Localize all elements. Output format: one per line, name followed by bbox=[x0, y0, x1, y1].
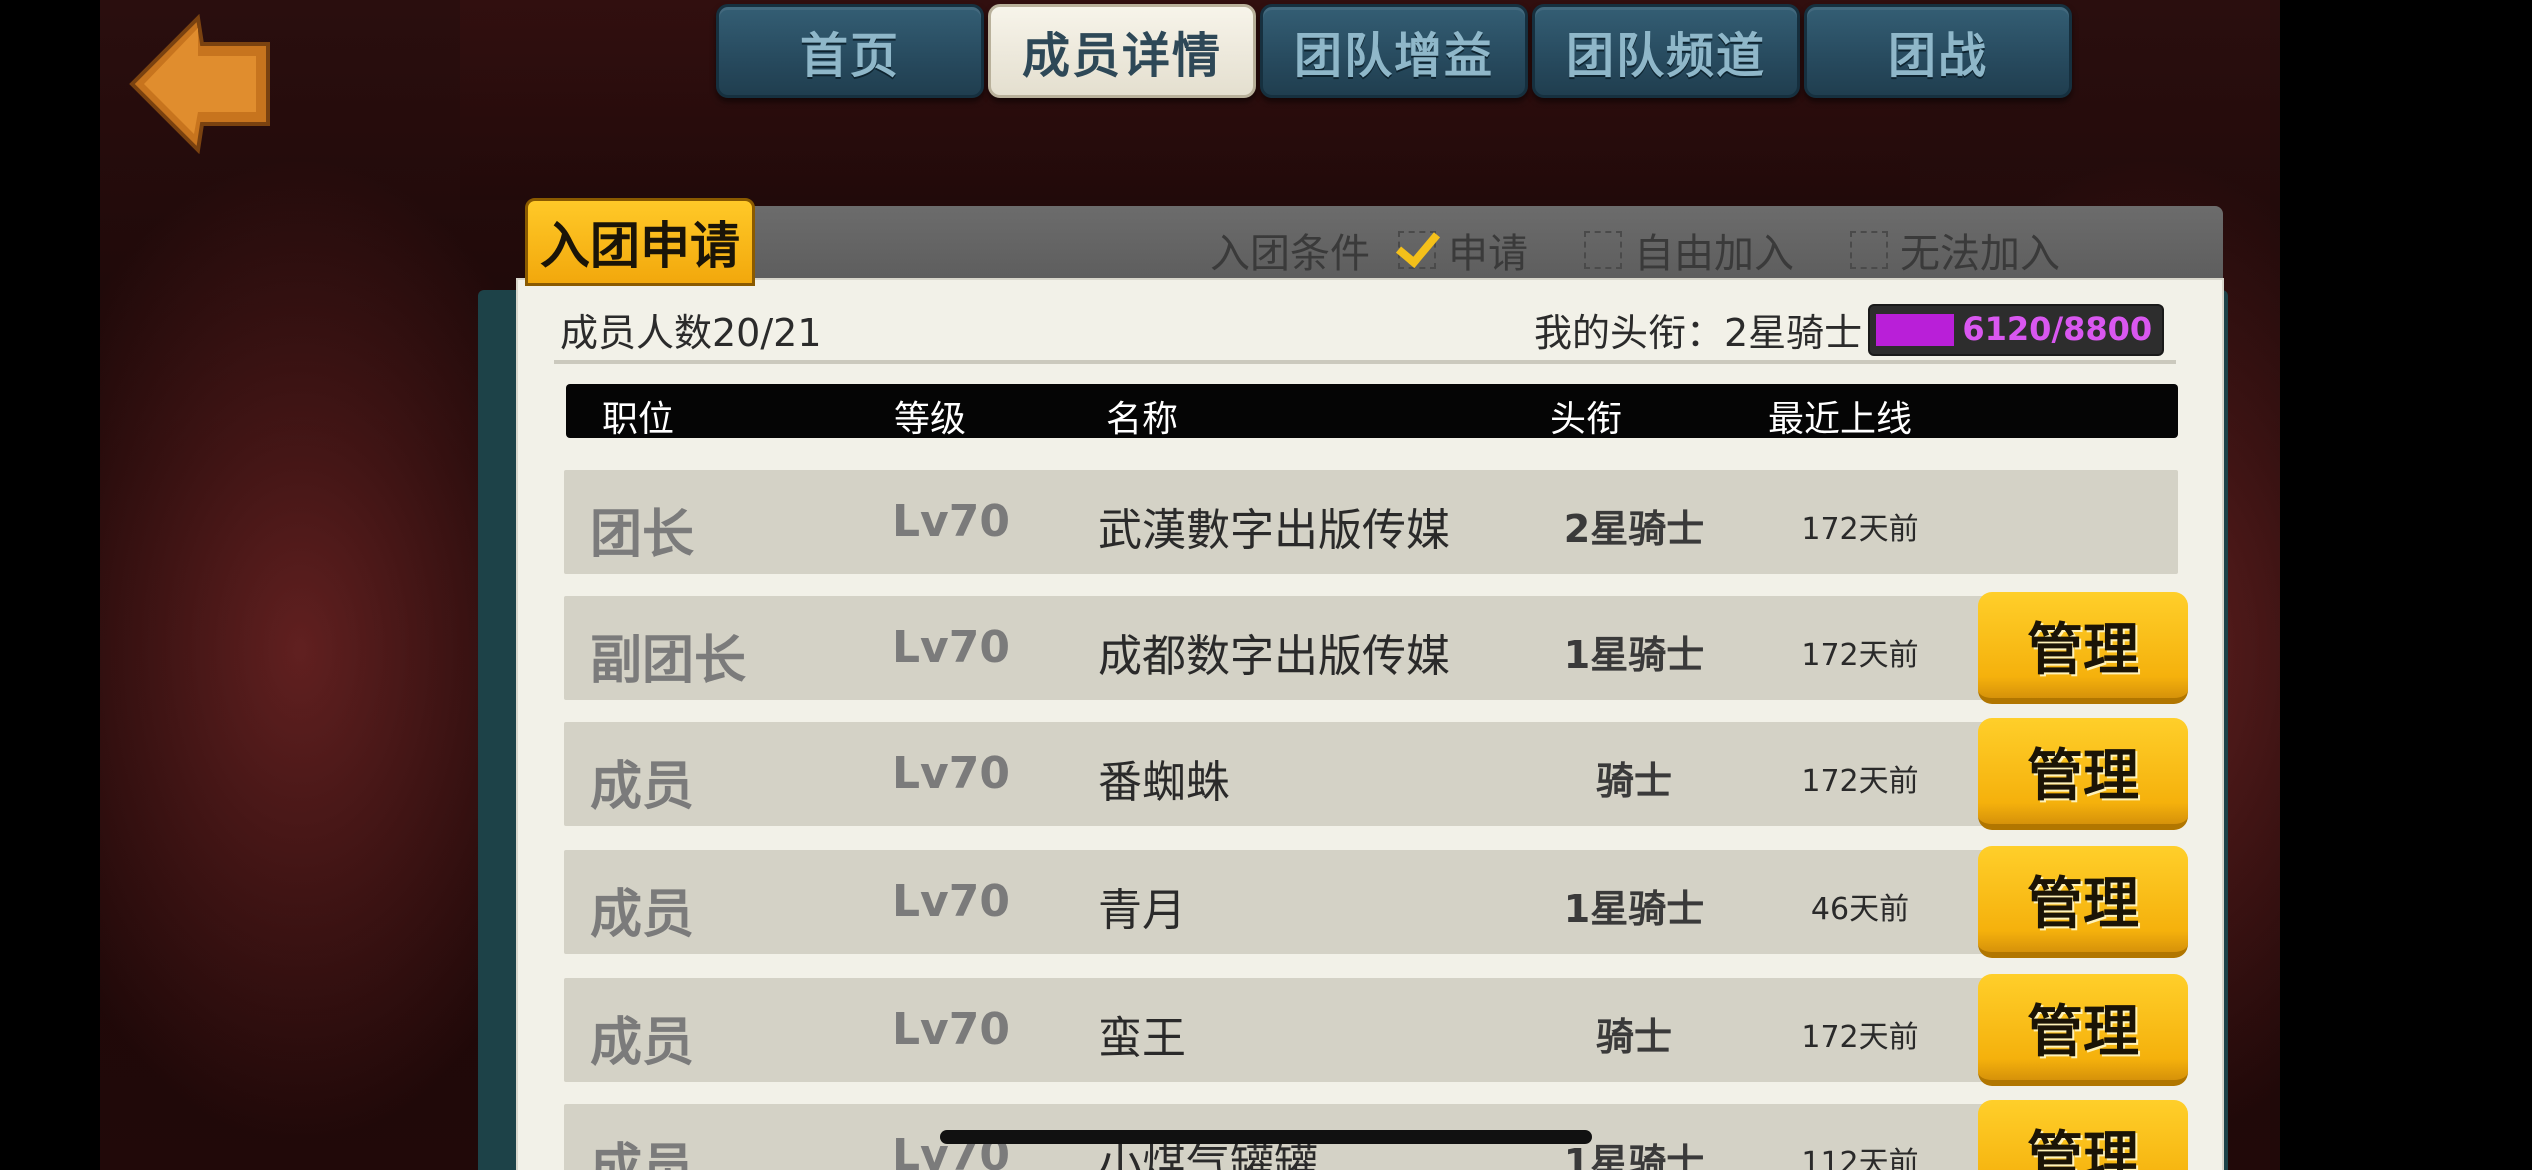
member-level: Lv70 bbox=[892, 876, 1010, 927]
member-position: 成员 bbox=[590, 1013, 695, 1073]
checkbox-icon bbox=[1584, 231, 1622, 269]
join-conditions-label: 入团条件 bbox=[1210, 231, 1370, 277]
tab-member-details[interactable]: 成员详情 bbox=[988, 4, 1256, 98]
member-level: Lv70 bbox=[892, 748, 1010, 799]
member-name: 蛮王 bbox=[1098, 1013, 1186, 1064]
table-row[interactable]: 团长 Lv70 武漢數字出版传媒 2星骑士 172天前 bbox=[564, 470, 2178, 574]
manage-button[interactable]: 管理 bbox=[1978, 974, 2188, 1086]
member-position: 成员 bbox=[590, 757, 695, 817]
manage-button[interactable]: 管理 bbox=[1978, 1100, 2188, 1170]
member-last-online: 112天前 bbox=[1801, 1146, 1919, 1170]
condition-no-join-label: 无法加入 bbox=[1900, 231, 2060, 277]
header-last-online: 最近上线 bbox=[1768, 399, 1913, 440]
checkbox-icon bbox=[1850, 231, 1888, 269]
manage-button[interactable]: 管理 bbox=[1978, 592, 2188, 704]
member-last-online: 46天前 bbox=[1810, 892, 1910, 927]
join-conditions: 入团条件 申请 自由加入 无法加入 bbox=[1210, 222, 2060, 278]
member-last-online: 172天前 bbox=[1801, 1020, 1919, 1055]
member-level: Lv70 bbox=[892, 496, 1010, 547]
tab-home[interactable]: 首页 bbox=[716, 4, 984, 98]
tab-team-buffs[interactable]: 团队增益 bbox=[1260, 4, 1528, 98]
title-progress-fill bbox=[1876, 313, 1955, 346]
condition-free-join[interactable]: 自由加入 bbox=[1584, 221, 1794, 279]
member-position: 成员 bbox=[590, 1139, 695, 1170]
member-last-online: 172天前 bbox=[1801, 638, 1919, 673]
member-name: 成都数字出版传媒 bbox=[1098, 631, 1450, 682]
back-arrow-icon bbox=[129, 13, 270, 155]
home-indicator[interactable] bbox=[940, 1130, 1592, 1144]
member-last-online: 172天前 bbox=[1801, 764, 1919, 799]
member-level: Lv70 bbox=[892, 622, 1010, 673]
my-title-group: 我的头衔：2星骑士 6120/8800 bbox=[1534, 302, 2165, 357]
member-title: 骑士 bbox=[1595, 1015, 1672, 1059]
join-requests-tab[interactable]: 入团申请 bbox=[525, 198, 755, 286]
header-title: 头衔 bbox=[1550, 399, 1623, 440]
member-title: 1星骑士 bbox=[1563, 887, 1705, 931]
checkmark-icon bbox=[1398, 231, 1436, 269]
table-row[interactable]: 副团长 Lv70 成都数字出版传媒 1星骑士 172天前 管理 bbox=[564, 592, 2188, 704]
member-title: 骑士 bbox=[1595, 759, 1672, 803]
member-title: 2星骑士 bbox=[1563, 507, 1705, 551]
condition-apply[interactable]: 申请 bbox=[1398, 221, 1528, 279]
tab-team-channel[interactable]: 团队频道 bbox=[1532, 4, 1800, 98]
title-progress-bar: 6120/8800 bbox=[1868, 303, 2165, 356]
my-title: 我的头衔：2星骑士 bbox=[1534, 311, 1863, 355]
divider bbox=[554, 360, 2176, 364]
member-position: 副团长 bbox=[590, 631, 747, 691]
back-button[interactable] bbox=[128, 13, 278, 155]
member-position: 团长 bbox=[590, 505, 695, 565]
manage-button[interactable]: 管理 bbox=[1978, 846, 2188, 958]
table-row[interactable]: 成员 Lv70 青月 1星骑士 46天前 管理 bbox=[564, 846, 2188, 958]
member-name: 番蜘蛛 bbox=[1098, 757, 1230, 808]
table-row[interactable]: 成员 Lv70 番蜘蛛 骑士 172天前 管理 bbox=[564, 718, 2188, 830]
condition-free-join-label: 自由加入 bbox=[1634, 231, 1794, 277]
member-title: 1星骑士 bbox=[1563, 633, 1705, 677]
manage-button[interactable]: 管理 bbox=[1978, 718, 2188, 830]
member-name: 青月 bbox=[1098, 885, 1186, 936]
member-position: 成员 bbox=[590, 885, 695, 945]
header-level: 等级 bbox=[894, 399, 967, 440]
tab-team-battle[interactable]: 团战 bbox=[1804, 4, 2072, 98]
member-last-online: 172天前 bbox=[1801, 512, 1919, 547]
member-level: Lv70 bbox=[892, 1004, 1010, 1055]
top-tab-bar: 首页 成员详情 团队增益 团队频道 团战 bbox=[716, 4, 2072, 98]
header-name: 名称 bbox=[1106, 399, 1179, 440]
member-count: 成员人数20/21 bbox=[560, 311, 822, 355]
condition-no-join[interactable]: 无法加入 bbox=[1850, 221, 2060, 279]
table-header: 职位 等级 名称 头衔 最近上线 bbox=[566, 384, 2178, 440]
table-row[interactable]: 成员 Lv70 蛮王 骑士 172天前 管理 bbox=[564, 974, 2188, 1086]
member-name: 武漢數字出版传媒 bbox=[1098, 505, 1450, 556]
condition-apply-label: 申请 bbox=[1448, 231, 1528, 277]
header-position: 职位 bbox=[602, 399, 675, 440]
title-progress-text: 6120/8800 bbox=[1962, 309, 2153, 348]
